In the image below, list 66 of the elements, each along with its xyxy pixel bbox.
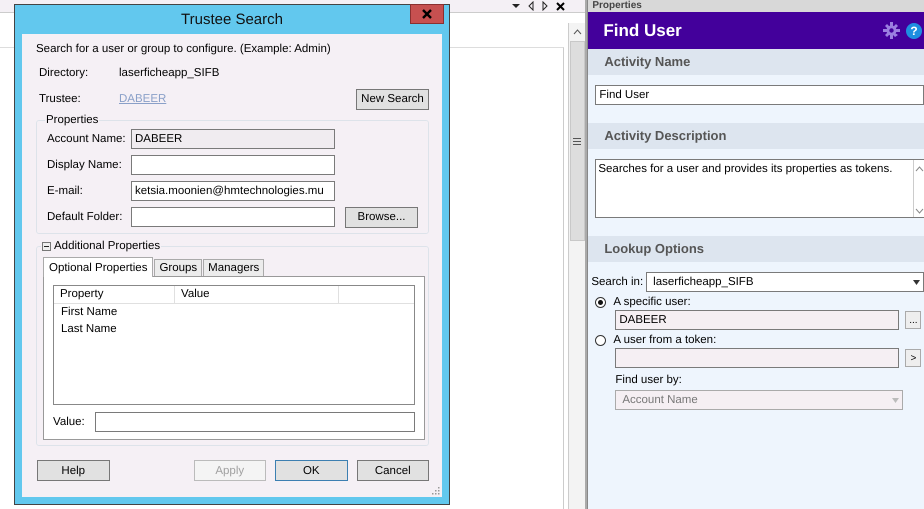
value-field[interactable] <box>94 412 415 432</box>
group-title: Properties <box>45 114 100 126</box>
field-label: E-mail: <box>47 185 84 197</box>
group-title: Additional Properties <box>54 240 160 252</box>
column-header[interactable]: Value <box>175 286 339 303</box>
value-label: Value: <box>53 416 85 428</box>
dialog-button[interactable]: Cancel <box>356 460 429 481</box>
find-by-label: Find user by: <box>614 374 683 386</box>
text-field[interactable] <box>131 207 335 227</box>
search-in-label: Search in: <box>591 276 644 288</box>
list-item[interactable]: First Name <box>54 304 414 321</box>
dropdown-icon[interactable] <box>512 3 520 9</box>
field-label: Display Name: <box>47 159 123 171</box>
instructions-text: Search for a user or group to configure. (Example: Admin) <box>36 43 332 55</box>
field-label: Default Folder: <box>47 211 124 223</box>
text-field[interactable]: ketsia.moonien@hmtechnologies.mu <box>131 181 335 201</box>
activity-name-field[interactable]: Find User <box>595 85 924 105</box>
browse-button[interactable]: Browse... <box>345 206 418 228</box>
user-field[interactable]: DABEER <box>615 310 900 330</box>
help-icon[interactable]: ? <box>906 22 922 38</box>
scrollbar[interactable] <box>913 160 924 217</box>
text-field[interactable] <box>131 155 335 175</box>
directory-value: laserficheapp_SIFB <box>119 67 220 79</box>
new-search-button[interactable]: New Search <box>356 88 429 110</box>
caret-icon[interactable] <box>913 280 920 284</box>
tab[interactable]: Managers <box>203 259 264 276</box>
radio-button[interactable] <box>595 296 606 308</box>
resize-grip-icon[interactable] <box>432 487 440 495</box>
activity-title: Find User <box>603 20 683 40</box>
user-field[interactable] <box>615 348 900 368</box>
section-header: Activity Name <box>588 49 924 75</box>
collapse-icon[interactable] <box>42 242 51 250</box>
panel-title: Properties <box>588 0 924 12</box>
dialog-button[interactable]: OK <box>275 460 348 481</box>
scrollbar[interactable] <box>568 23 586 509</box>
close-icon[interactable] <box>556 2 566 10</box>
scroll-left-icon[interactable] <box>528 1 534 11</box>
field-label: Account Name: <box>47 133 127 145</box>
search-in-dropdown[interactable]: laserficheapp_SIFB <box>646 272 924 292</box>
description-text: Searches for a user and provides its properties as tokens. <box>597 162 894 177</box>
section-header: Lookup Options <box>588 236 924 262</box>
radio-label: A specific user: <box>613 296 691 308</box>
browse-button[interactable]: > <box>905 349 922 367</box>
text-field[interactable]: DABEER <box>131 129 335 149</box>
trustee-label: Trustee: <box>39 93 82 105</box>
list-item[interactable]: Last Name <box>54 321 414 338</box>
scroll-up-icon[interactable] <box>915 166 924 172</box>
section-header: Activity Description <box>588 123 924 149</box>
description-field[interactable]: Searches for a user and provides its properties as tokens. <box>595 159 924 218</box>
tab[interactable]: Optional Properties <box>43 257 154 277</box>
directory-label: Directory: <box>39 67 90 79</box>
tab[interactable]: Groups <box>154 259 202 276</box>
find-by-dropdown[interactable]: Account Name <box>615 390 904 410</box>
dialog-button[interactable]: Help <box>37 460 110 481</box>
browse-button[interactable]: ... <box>905 311 922 329</box>
scrollbar-thumb[interactable] <box>570 41 585 241</box>
scroll-down-icon[interactable] <box>915 208 924 214</box>
scroll-right-icon[interactable] <box>542 1 548 11</box>
radio-label: A user from a token: <box>613 334 716 346</box>
scroll-up-icon[interactable] <box>572 29 582 35</box>
column-header[interactable]: Property <box>54 286 175 303</box>
settings-icon[interactable] <box>883 22 900 39</box>
radio-button[interactable] <box>595 334 606 346</box>
close-button[interactable] <box>410 4 444 24</box>
window-title: Trustee Search <box>181 11 283 28</box>
grip-icon[interactable] <box>573 138 582 144</box>
